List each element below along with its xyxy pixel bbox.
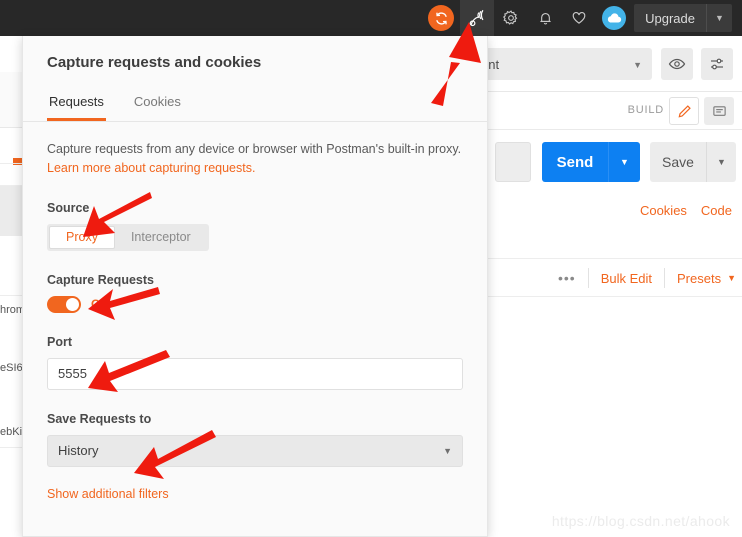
- capture-requests-button[interactable]: [460, 0, 495, 36]
- cookies-link[interactable]: Cookies: [640, 203, 687, 218]
- send-options-button[interactable]: ▼: [608, 142, 640, 182]
- toggle-knob: [66, 297, 79, 311]
- source-option-interceptor[interactable]: Interceptor: [115, 226, 207, 249]
- top-bar-icons: Upgrade ▼: [428, 0, 742, 36]
- show-additional-filters-link[interactable]: Show additional filters: [47, 487, 463, 501]
- bulk-edit-link[interactable]: Bulk Edit: [601, 271, 652, 286]
- save-requests-to-value: History: [58, 443, 99, 459]
- settings-button[interactable]: [494, 0, 528, 36]
- modal-body: Capture requests from any device or brow…: [23, 122, 487, 501]
- sliver-row: [0, 128, 22, 164]
- pencil-icon: [678, 104, 691, 117]
- sliders-icon: [711, 58, 723, 70]
- eye-icon: [668, 58, 686, 70]
- gear-icon: [503, 10, 518, 25]
- sliver-text-fragment: hrom: [0, 304, 22, 316]
- modal-tabs: Requests Cookies: [23, 88, 487, 122]
- edit-request-button[interactable]: [669, 97, 699, 125]
- capture-requests-modal: Capture requests and cookies Requests Co…: [22, 36, 488, 537]
- modal-header: Capture requests and cookies: [23, 36, 487, 88]
- save-requests-to-label: Save Requests to: [47, 411, 152, 426]
- more-actions-icon[interactable]: •••: [558, 270, 576, 286]
- sliver-header: [0, 72, 22, 128]
- account-avatar[interactable]: [602, 6, 627, 30]
- url-input-stub[interactable]: [495, 142, 531, 182]
- learn-more-link[interactable]: Learn more about capturing requests.: [47, 161, 255, 175]
- save-button[interactable]: Save: [650, 142, 706, 182]
- upgrade-dropdown-button[interactable]: ▼: [706, 4, 732, 32]
- environment-settings-button[interactable]: [701, 48, 733, 80]
- watermark: https://blog.csdn.net/ahook: [551, 513, 730, 529]
- comment-icon: [712, 105, 726, 116]
- capture-requests-toggle-wrap: ON: [47, 295, 463, 313]
- save-options-button[interactable]: ▼: [706, 142, 736, 182]
- save-requests-to-select[interactable]: History ▼: [47, 434, 463, 467]
- build-label: BUILD: [627, 104, 664, 116]
- upgrade-button[interactable]: Upgrade: [634, 4, 706, 32]
- capture-requests-toggle-state: ON: [91, 297, 109, 312]
- favorites-button[interactable]: [562, 0, 596, 36]
- divider: [587, 268, 589, 288]
- sliver-text-fragment: ebKit: [0, 426, 22, 438]
- modal-title: Capture requests and cookies: [47, 53, 262, 71]
- divider: [664, 268, 665, 288]
- top-bar: Upgrade ▼: [0, 0, 742, 36]
- cloud-icon: [608, 13, 622, 23]
- bell-icon: [540, 12, 551, 24]
- source-segmented-control: Proxy Interceptor: [47, 223, 209, 251]
- code-link[interactable]: Code: [701, 203, 732, 218]
- modal-description: Capture requests from any device or brow…: [47, 140, 463, 179]
- params-toolbar: ••• Bulk Edit Presets ▼: [558, 262, 736, 294]
- modal-description-text: Capture requests from any device or brow…: [47, 142, 462, 156]
- send-button[interactable]: Send: [542, 142, 608, 182]
- source-label: Source: [47, 200, 90, 215]
- notifications-button[interactable]: [528, 0, 562, 36]
- chevron-down-icon: ▼: [727, 273, 736, 283]
- sliver-row: [0, 164, 22, 186]
- sliver-selected-row: [0, 186, 22, 236]
- capture-requests-label: Capture Requests: [47, 272, 154, 287]
- port-input[interactable]: [47, 357, 463, 390]
- request-links: Cookies Code: [640, 203, 732, 218]
- chevron-down-icon: ▼: [443, 445, 452, 456]
- comments-button[interactable]: [704, 97, 734, 125]
- environment-quick-look-button[interactable]: [661, 48, 693, 80]
- heart-icon: [572, 11, 586, 24]
- satellite-icon: [469, 9, 484, 26]
- app-root: vironment ▼ BUILD: [0, 0, 742, 537]
- background-list-sliver: hrom eSI6 ebKit: [0, 36, 22, 537]
- source-option-proxy[interactable]: Proxy: [49, 225, 115, 249]
- presets-link[interactable]: Presets: [677, 271, 721, 286]
- chevron-down-icon: ▼: [633, 60, 642, 70]
- sync-button[interactable]: [428, 5, 455, 31]
- sliver-text-fragment: eSI6: [0, 362, 22, 374]
- capture-requests-toggle[interactable]: [47, 295, 81, 313]
- port-label: Port: [47, 334, 72, 349]
- sliver-row: [0, 236, 22, 296]
- tab-cookies[interactable]: Cookies: [132, 88, 183, 121]
- sync-icon: [435, 11, 447, 25]
- tab-requests[interactable]: Requests: [47, 88, 106, 121]
